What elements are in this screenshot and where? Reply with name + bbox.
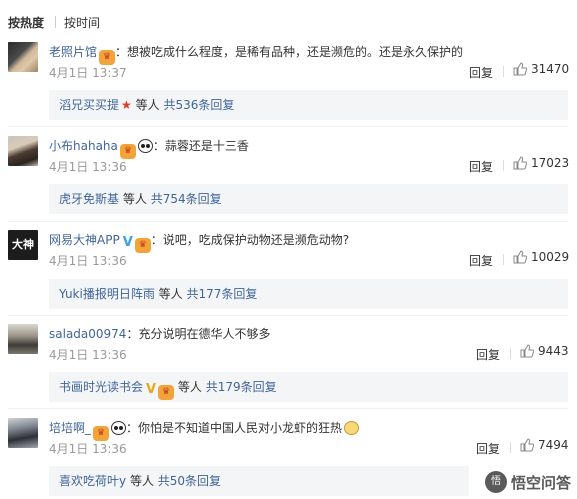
username-link[interactable]: salada00974: [49, 327, 126, 341]
comment-text: 说吧，吃成保护动物还是濒危动物?: [162, 233, 350, 247]
reply-username[interactable]: 滔兄买买提: [59, 98, 119, 112]
username-link[interactable]: 网易大神APP: [49, 233, 120, 247]
username-link[interactable]: 老照片馆: [49, 45, 97, 59]
reply-count-link[interactable]: 共179条回复: [206, 380, 277, 394]
avatar[interactable]: [8, 136, 38, 166]
level-badge-icon: ♛: [158, 385, 175, 400]
thumbs-up-icon: [520, 344, 534, 358]
reply-username[interactable]: 书画时光读书会: [59, 380, 143, 394]
comment-timestamp: 4月1日 13:36: [49, 254, 127, 268]
thumbs-up-icon: [513, 156, 527, 170]
action-divider: [503, 160, 504, 171]
reply-count-link[interactable]: 共50条回复: [158, 474, 221, 488]
level-badge-icon: ♛: [119, 144, 136, 159]
level-badge-icon: ♛: [93, 426, 110, 441]
reply-summary[interactable]: Yuki播报明日阵雨 等人 共177条回复: [49, 279, 568, 309]
watermark-logo-icon: 悟: [484, 471, 507, 493]
sort-tab-hot[interactable]: 按热度: [8, 14, 44, 31]
comment-header: 培培啊_ ♛ ：你怕是不知道中国人民对小龙虾的狂热: [49, 419, 360, 441]
avatar[interactable]: [8, 418, 38, 448]
thumbs-up-icon: [520, 438, 534, 452]
action-divider: [510, 348, 511, 359]
divider: [8, 221, 568, 222]
comment-timestamp: 4月1日 13:36: [49, 442, 127, 456]
reply-summary[interactable]: 虎牙免斯基 等人 共754条回复: [49, 184, 568, 214]
sort-bar: 按热度 按时间: [0, 0, 577, 40]
reply-button[interactable]: 回复: [476, 346, 500, 363]
reply-button[interactable]: 回复: [476, 440, 500, 457]
reply-summary[interactable]: 喜欢吃荷叶y 等人 共50条回复: [49, 466, 469, 496]
username-link[interactable]: 培培啊_: [49, 421, 91, 435]
like-button[interactable]: 17023: [513, 156, 569, 174]
comment-text: 想被吃成什么程度，是稀有品种，还是濒危的。还是永久保护的: [127, 45, 464, 59]
like-count: 9443: [538, 344, 569, 358]
watermark: 悟 悟空问答: [484, 471, 571, 493]
comment-text: 充分说明在德华人不够多: [138, 327, 271, 341]
reply-text: 等人: [177, 380, 202, 394]
comment-text: 你怕是不知道中国人民对小龙虾的狂热: [138, 421, 343, 435]
sort-divider: [55, 16, 56, 28]
comment-timestamp: 4月1日 13:37: [49, 66, 127, 80]
sort-tab-time[interactable]: 按时间: [64, 14, 100, 31]
comment-timestamp: 4月1日 13:36: [49, 348, 127, 362]
divider: [8, 408, 568, 409]
reply-text: 等人: [158, 287, 183, 301]
reply-username[interactable]: 喜欢吃荷叶y: [59, 474, 126, 488]
avatar[interactable]: 大神: [8, 230, 38, 260]
like-count: 17023: [531, 156, 570, 170]
reply-count-link[interactable]: 共754条回复: [151, 192, 222, 206]
reply-count-link[interactable]: 共536条回复: [163, 98, 234, 112]
like-button[interactable]: 31470: [513, 62, 569, 80]
reply-button[interactable]: 回复: [469, 64, 493, 81]
avatar[interactable]: [8, 42, 38, 72]
panda-icon: [111, 421, 127, 435]
comment-header: 小布hahaha ♛ ：蒜蓉还是十三香: [49, 137, 249, 159]
avatar[interactable]: [8, 324, 38, 354]
like-button[interactable]: 10029: [513, 250, 569, 268]
thumbs-up-icon: [513, 250, 527, 264]
like-count: 31470: [531, 62, 570, 76]
like-button[interactable]: 9443: [520, 344, 569, 362]
reply-text: 等人: [135, 98, 160, 112]
action-divider: [503, 254, 504, 265]
emoji-icon: [344, 421, 360, 435]
action-divider: [510, 442, 511, 453]
star-icon: ★: [121, 98, 132, 112]
panda-icon: [137, 139, 153, 153]
reply-button[interactable]: 回复: [469, 158, 493, 175]
reply-username[interactable]: Yuki播报明日阵雨: [59, 287, 155, 301]
divider: [8, 315, 568, 316]
action-divider: [503, 66, 504, 77]
like-button[interactable]: 7494: [520, 438, 569, 456]
comment-header: salada00974：充分说明在德华人不够多: [49, 327, 271, 341]
comment-header: 网易大神APP V ♛ ：说吧，吃成保护动物还是濒危动物?: [49, 231, 350, 253]
level-badge-icon: ♛: [134, 238, 151, 253]
reply-summary[interactable]: 书画时光读书会 V ♛ 等人 共179条回复: [49, 372, 568, 402]
comment-text: 蒜蓉还是十三香: [164, 139, 249, 153]
thumbs-up-icon: [513, 62, 527, 76]
reply-text: 等人: [122, 192, 147, 206]
verified-icon: V: [146, 382, 157, 397]
reply-summary[interactable]: 滔兄买买提 ★ 等人 共536条回复: [49, 90, 568, 120]
watermark-text: 悟空问答: [510, 473, 571, 492]
reply-username[interactable]: 虎牙免斯基: [59, 192, 119, 206]
reply-count-link[interactable]: 共177条回复: [187, 287, 258, 301]
reply-button[interactable]: 回复: [469, 252, 493, 269]
comment-timestamp: 4月1日 13:36: [49, 160, 127, 174]
reply-text: 等人: [129, 474, 154, 488]
verified-icon: V: [122, 235, 133, 250]
like-count: 10029: [531, 250, 570, 264]
like-count: 7494: [538, 438, 569, 452]
divider: [8, 126, 568, 127]
level-badge-icon: ♛: [99, 50, 116, 65]
username-link[interactable]: 小布hahaha: [49, 139, 118, 153]
comment-header: 老照片馆 ♛ ：想被吃成什么程度，是稀有品种，还是濒危的。还是永久保护的: [49, 43, 464, 65]
